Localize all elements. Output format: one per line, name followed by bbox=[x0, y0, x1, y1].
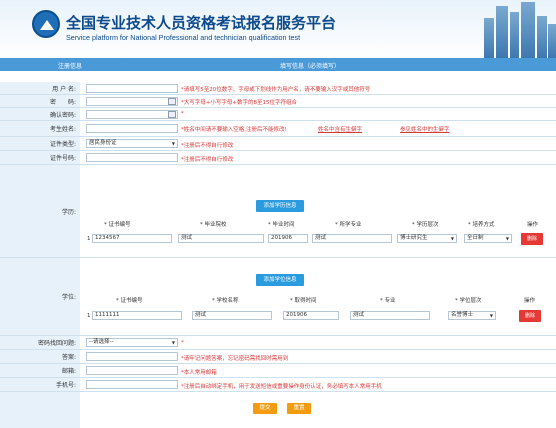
col-header: * 学位层次 bbox=[455, 298, 482, 304]
keyboard-icon[interactable] bbox=[168, 98, 176, 105]
username-row: 用 户 名: *请填写5至20位数字、字母或下划线作为用户名，请不要输入汉字或其… bbox=[0, 82, 556, 95]
col-header: * 取得时间 bbox=[290, 298, 317, 304]
username-hint: *请填写5至20位数字、字母或下划线作为用户名，请不要输入汉字或其他符号 bbox=[181, 87, 371, 93]
education-label: 学历: bbox=[0, 165, 80, 257]
col-header: * 学校名称 bbox=[212, 298, 239, 304]
edu-level-select[interactable]: 博士研究生 bbox=[397, 234, 457, 243]
password-label: 密 码: bbox=[0, 95, 80, 107]
degree-major-input[interactable]: 测试 bbox=[350, 311, 430, 320]
answer-input[interactable] bbox=[86, 352, 178, 361]
password-row: 密 码: *大写字母+小写字母+数字的8至15位字符组合 bbox=[0, 95, 556, 108]
col-header: * 所学专业 bbox=[335, 222, 362, 228]
password-hint: *大写字母+小写字母+数字的8至15位字符组合 bbox=[181, 100, 297, 106]
confirm-password-input[interactable] bbox=[86, 110, 178, 119]
header-left: 注册信息 bbox=[58, 63, 83, 70]
degree-level-select[interactable]: 名誉博士 bbox=[448, 311, 496, 320]
keyboard-icon[interactable] bbox=[168, 111, 176, 118]
confirm-row: 确认密码: * bbox=[0, 108, 556, 121]
education-section: 学历: 添加学历信息 * 证书编号 * 毕业院校 * 毕业时间 * 所学专业 *… bbox=[0, 165, 556, 258]
id-number-label: 证件号码: bbox=[0, 151, 80, 164]
edu-time-input[interactable]: 201906 bbox=[268, 234, 308, 243]
confirm-label: 确认密码: bbox=[0, 108, 80, 120]
degree-school-input[interactable]: 测试 bbox=[192, 311, 272, 320]
add-degree-button[interactable]: 添加学位信息 bbox=[256, 274, 304, 286]
id-type-label: 证件类型: bbox=[0, 137, 80, 150]
id-number-input[interactable] bbox=[86, 153, 178, 162]
col-header: * 毕业时间 bbox=[268, 222, 295, 228]
form-header: 注册信息 填写信息（必须填写） bbox=[0, 58, 556, 71]
email-hint: *本人常用邮箱 bbox=[181, 370, 217, 376]
degree-section: 学位: 添加学位信息 * 证书编号 * 学校名称 * 取得时间 * 专业 * 学… bbox=[0, 258, 556, 336]
phone-row: 手机号: *注册后自动绑定手机，用于发送短信或重要操作身份认证，务必填写本人常用… bbox=[0, 378, 556, 392]
add-education-button[interactable]: 添加学历信息 bbox=[256, 200, 304, 212]
id-number-hint: *注册后不得自行修改 bbox=[181, 157, 234, 163]
row-index: 1 bbox=[87, 236, 91, 242]
phone-input[interactable] bbox=[86, 380, 178, 389]
question-hint: * bbox=[181, 340, 184, 346]
delete-education-button[interactable]: 删除 bbox=[521, 233, 543, 245]
edu-cert-input[interactable]: 1234567 bbox=[92, 234, 172, 243]
id-type-hint: *注册后不得自行修改 bbox=[181, 143, 234, 149]
reset-button[interactable]: 重置 bbox=[287, 403, 311, 414]
answer-row: 答案: *请牢记问题答案，忘记密码需找回时需用到 bbox=[0, 350, 556, 364]
id-type-select[interactable]: 居民身份证 bbox=[86, 139, 178, 148]
id-type-row: 证件类型: 居民身份证 *注册后不得自行修改 bbox=[0, 137, 556, 151]
id-number-row: 证件号码: *注册后不得自行修改 bbox=[0, 151, 556, 165]
email-label: 邮箱: bbox=[0, 364, 80, 377]
col-header: * 学历层次 bbox=[412, 222, 439, 228]
email-input[interactable] bbox=[86, 366, 178, 375]
answer-label: 答案: bbox=[0, 350, 80, 363]
email-row: 邮箱: *本人常用邮箱 bbox=[0, 364, 556, 378]
submit-button[interactable]: 提交 bbox=[253, 403, 277, 414]
phone-label: 手机号: bbox=[0, 378, 80, 391]
edu-school-input[interactable]: 测试 bbox=[178, 234, 264, 243]
phone-hint: *注册后自动绑定手机，用于发送短信或重要操作身份认证，务必填写本人常用手机 bbox=[181, 384, 382, 390]
question-row: 密码找回问题: --请选择-- * bbox=[0, 336, 556, 350]
col-header: * 专业 bbox=[380, 298, 396, 304]
col-header: * 证书编号 bbox=[104, 222, 131, 228]
row-index: 1 bbox=[87, 313, 91, 319]
skyline-image bbox=[476, 0, 556, 58]
name-label: 考生姓名: bbox=[0, 121, 80, 136]
name-row: 考生姓名: *姓名中间请不要输入空格,注册后不能修改! 姓名中含有生僻字 参见姓… bbox=[0, 121, 556, 137]
logo-icon bbox=[32, 10, 60, 38]
banner: 全国专业技术人员资格考试报名服务平台 Service platform for … bbox=[0, 0, 556, 58]
username-input[interactable] bbox=[86, 84, 178, 93]
edu-mode-select[interactable]: 全日制 bbox=[464, 234, 512, 243]
col-header: * 证书编号 bbox=[116, 298, 143, 304]
col-header: * 培养方式 bbox=[468, 222, 495, 228]
degree-time-input[interactable]: 201906 bbox=[283, 311, 339, 320]
degree-cert-input[interactable]: 1111111 bbox=[92, 311, 182, 320]
col-header: 操作 bbox=[527, 222, 539, 228]
name-input[interactable] bbox=[86, 124, 178, 133]
col-header: 操作 bbox=[524, 298, 536, 304]
delete-degree-button[interactable]: 删除 bbox=[519, 310, 541, 322]
username-label: 用 户 名: bbox=[0, 82, 80, 94]
question-label: 密码找回问题: bbox=[0, 336, 80, 349]
edu-major-input[interactable]: 测试 bbox=[312, 234, 392, 243]
col-header: * 毕业院校 bbox=[200, 222, 227, 228]
confirm-hint: * bbox=[181, 111, 184, 117]
footer-row: 提交 重置 bbox=[0, 392, 556, 428]
rare-char-guide-link[interactable]: 参见姓名中的生僻字 bbox=[400, 125, 450, 133]
password-input[interactable] bbox=[86, 97, 178, 106]
question-select[interactable]: --请选择-- bbox=[86, 338, 178, 347]
page-subtitle: Service platform for National Profession… bbox=[66, 33, 301, 42]
footer-label-cell bbox=[0, 392, 80, 428]
header-right: 填写信息（必须填写） bbox=[280, 63, 341, 70]
degree-label: 学位: bbox=[0, 258, 80, 335]
name-hint: *姓名中间请不要输入空格,注册后不能修改! bbox=[181, 127, 287, 133]
page-title: 全国专业技术人员资格考试报名服务平台 bbox=[66, 14, 337, 32]
rare-char-link[interactable]: 姓名中含有生僻字 bbox=[318, 125, 362, 133]
answer-hint: *请牢记问题答案，忘记密码需找回时需用到 bbox=[181, 356, 289, 362]
